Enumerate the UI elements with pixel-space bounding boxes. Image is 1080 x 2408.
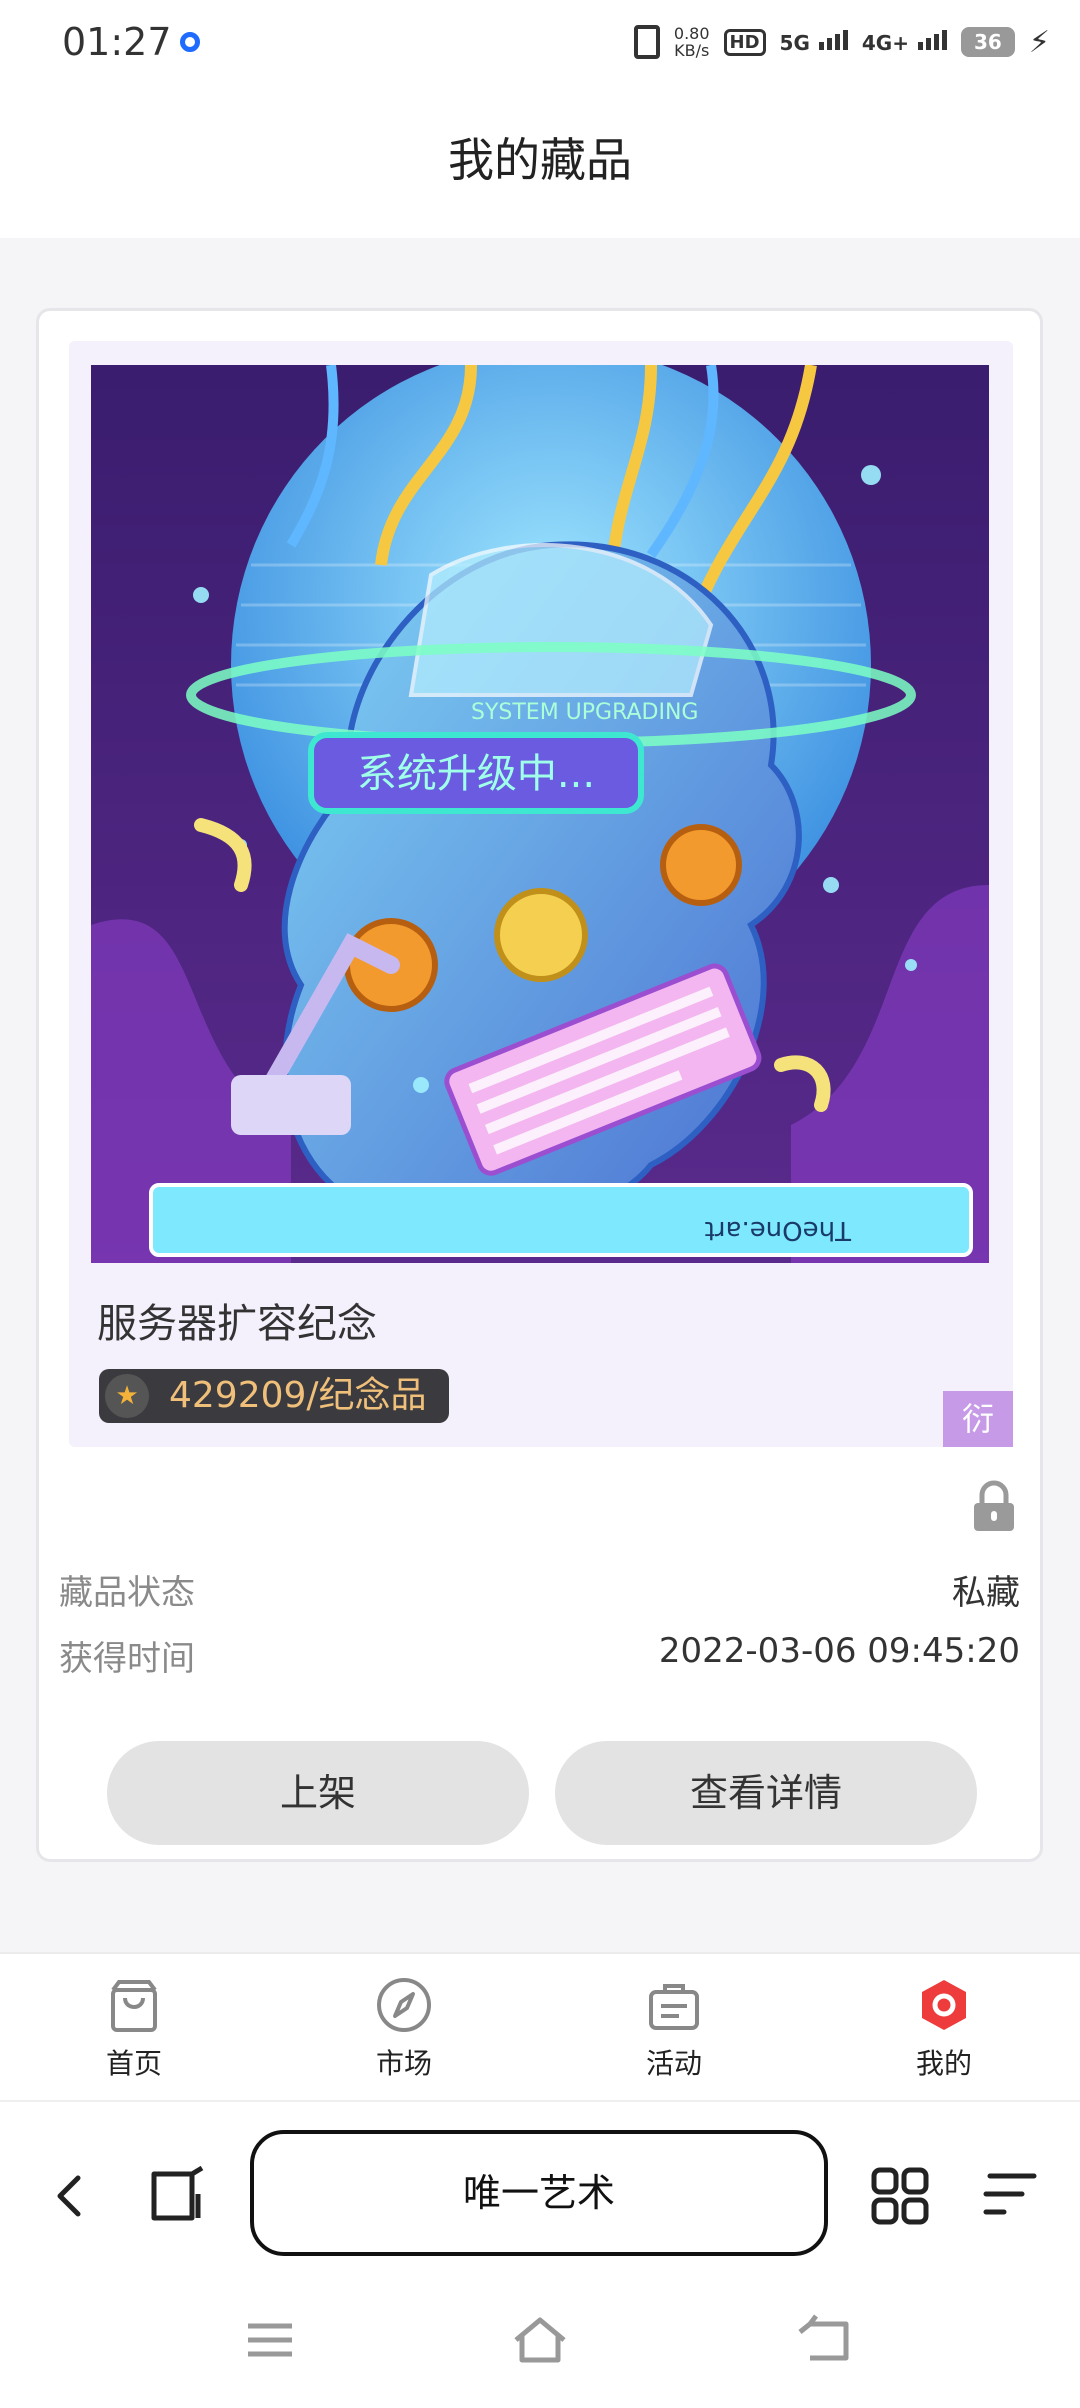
artwork-banner-text: 系统升级中...: [357, 751, 595, 797]
serial-number: 429209/纪念品: [169, 1375, 427, 1416]
site-title-bar[interactable]: 唯一艺术: [250, 2130, 828, 2256]
artwork-frame[interactable]: SYSTEM UPGRADING 系统升级中... TheOne.art 服务器…: [69, 341, 1013, 1447]
vibrate-icon: [633, 25, 660, 59]
hd-icon: HD: [723, 28, 766, 56]
tab-mine[interactable]: 我的: [874, 1976, 1014, 2082]
browser-toolbar: 唯一艺术: [0, 2100, 1080, 2280]
system-navigation: [0, 2280, 1080, 2408]
tab-home-label: 首页: [105, 2047, 162, 2080]
bottom-tab-bar: 首页 市场 活动 我的: [0, 1952, 1080, 2100]
derivative-tag: 衍: [943, 1391, 1013, 1447]
artwork-ring-text: SYSTEM UPGRADING: [471, 700, 698, 725]
status-row: 藏品状态 私藏: [59, 1565, 1020, 1615]
status-icons: 0.80 KB/s HD 5G 4G+ 36 ⚡: [633, 20, 1050, 64]
status-time: 01:27: [62, 20, 172, 64]
net-speed: 0.80 KB/s: [674, 25, 710, 59]
view-details-button[interactable]: 查看详情: [555, 1741, 977, 1845]
shopping-bag-icon: [111, 1980, 157, 2032]
artwork-image: SYSTEM UPGRADING 系统升级中... TheOne.art: [91, 365, 989, 1263]
home-icon[interactable]: [510, 2310, 570, 2370]
page-header: 我的藏品: [0, 84, 1080, 238]
star-icon: ★: [105, 1374, 149, 1418]
list-for-sale-button[interactable]: 上架: [107, 1741, 529, 1845]
status-value: 私藏: [952, 1573, 1020, 1613]
back-icon[interactable]: [50, 2166, 90, 2226]
tab-home[interactable]: 首页: [64, 1976, 204, 2082]
system-back-icon[interactable]: [796, 2310, 856, 2370]
tab-activity-label: 活动: [645, 2047, 702, 2080]
briefcase-icon: [649, 1984, 699, 2030]
recent-apps-icon[interactable]: [240, 2310, 300, 2370]
tab-market[interactable]: 市场: [334, 1976, 474, 2082]
acquired-time-row: 获得时间 2022-03-06 09:45:20: [59, 1631, 1020, 1681]
collectible-card: SYSTEM UPGRADING 系统升级中... TheOne.art 服务器…: [36, 308, 1043, 1862]
artwork-signature: TheOne.art: [705, 1215, 852, 1245]
tab-mine-label: 我的: [915, 2047, 972, 2080]
status-bar: 01:27 0.80 KB/s HD 5G 4G+ 36 ⚡: [0, 0, 1080, 84]
acquired-time-value: 2022-03-06 09:45:20: [658, 1631, 1020, 1671]
profile-hexagon-icon: [922, 1980, 966, 2030]
tab-market-label: 市场: [375, 2047, 432, 2080]
network-5g-label: 5G: [779, 30, 810, 55]
lock-icon[interactable]: [972, 1479, 1016, 1533]
tabs-icon[interactable]: [148, 2164, 208, 2224]
tab-activity[interactable]: 活动: [604, 1976, 744, 2082]
net-speed-unit: KB/s: [674, 41, 710, 60]
charging-icon: ⚡: [1028, 24, 1050, 60]
notification-icon: [180, 32, 200, 52]
menu-icon[interactable]: [982, 2168, 1038, 2220]
serial-badge: ★ 429209/纪念品: [99, 1369, 449, 1423]
collectible-name: 服务器扩容纪念: [97, 1301, 377, 1347]
signal-5g-icon: 5G: [779, 29, 848, 55]
battery-icon: 36: [960, 27, 1015, 57]
page-title: 我的藏品: [448, 133, 632, 187]
signal-4g-icon: 4G+: [861, 29, 947, 55]
status-label: 藏品状态: [59, 1573, 195, 1613]
acquired-time-label: 获得时间: [59, 1639, 195, 1679]
compass-icon: [377, 1978, 431, 2032]
grid-icon[interactable]: [870, 2166, 930, 2226]
network-4g-label: 4G+: [861, 30, 909, 55]
